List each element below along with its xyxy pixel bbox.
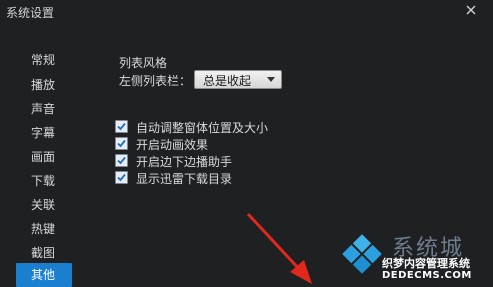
sidebar-item-label: 播放 bbox=[31, 78, 56, 92]
watermark-subtitle: 织梦内容管理系统 bbox=[382, 257, 470, 270]
sidebar-item-screenshot[interactable]: 截图 bbox=[0, 241, 62, 265]
sidebar-item-label: 字幕 bbox=[31, 126, 56, 140]
sidebar-item-label: 热键 bbox=[31, 222, 56, 236]
checkbox[interactable] bbox=[115, 154, 128, 167]
option-label: 开启动画效果 bbox=[136, 138, 209, 152]
sidebar-item-label: 画面 bbox=[31, 150, 56, 164]
windows-logo-icon bbox=[342, 234, 382, 274]
section-title: 列表风格 bbox=[119, 56, 168, 70]
sidebar-item-download[interactable]: 下载 bbox=[0, 169, 62, 193]
option-label: 自动调整窗体位置及大小 bbox=[136, 121, 269, 135]
sidebar-item-label: 截图 bbox=[31, 246, 56, 260]
checkbox[interactable] bbox=[115, 137, 128, 150]
sidebar-list-label: 左侧列表栏： bbox=[119, 74, 192, 88]
select-value: 总是收起 bbox=[203, 74, 252, 88]
sidebar-item-hotkeys[interactable]: 热键 bbox=[0, 217, 62, 241]
sidebar-item-association[interactable]: 关联 bbox=[0, 193, 62, 217]
window-title: 系统设置 bbox=[6, 6, 55, 20]
checkmark-icon bbox=[117, 122, 126, 131]
chevron-down-icon bbox=[267, 77, 275, 82]
sidebar-list-select[interactable]: 总是收起 bbox=[194, 70, 282, 89]
sidebar-item-other[interactable]: 其他 bbox=[16, 263, 72, 287]
checkmark-icon bbox=[117, 139, 126, 148]
red-arrow-annotation bbox=[246, 212, 312, 284]
checkmark-icon bbox=[117, 156, 126, 165]
close-icon bbox=[466, 5, 476, 15]
sidebar-item-label: 声音 bbox=[31, 102, 56, 116]
close-button[interactable] bbox=[462, 1, 480, 19]
sidebar-item-label: 下载 bbox=[31, 174, 56, 188]
sidebar-item-label: 关联 bbox=[31, 198, 56, 212]
checkmark-icon bbox=[117, 173, 126, 182]
sidebar-item-label: 常规 bbox=[31, 53, 56, 67]
title-bar: 系统设置 bbox=[0, 0, 493, 28]
sidebar-item-subtitles[interactable]: 字幕 bbox=[0, 121, 62, 145]
sidebar-item-playback[interactable]: 播放 bbox=[0, 73, 62, 97]
sidebar-item-label: 其他 bbox=[31, 268, 56, 282]
sidebar-item-sound[interactable]: 声音 bbox=[0, 97, 62, 121]
watermark: 系统城 织梦内容管理系统 DEDECMS.COM bbox=[340, 228, 493, 286]
sidebar-item-general[interactable]: 常规 bbox=[0, 48, 62, 72]
watermark-domain: DEDECMS.COM bbox=[382, 270, 472, 281]
checkbox[interactable] bbox=[115, 171, 128, 184]
option-label: 开启边下边播助手 bbox=[136, 155, 233, 169]
checkbox[interactable] bbox=[115, 120, 128, 133]
option-label: 显示迅雷下载目录 bbox=[136, 172, 233, 186]
sidebar-item-picture[interactable]: 画面 bbox=[0, 145, 62, 169]
